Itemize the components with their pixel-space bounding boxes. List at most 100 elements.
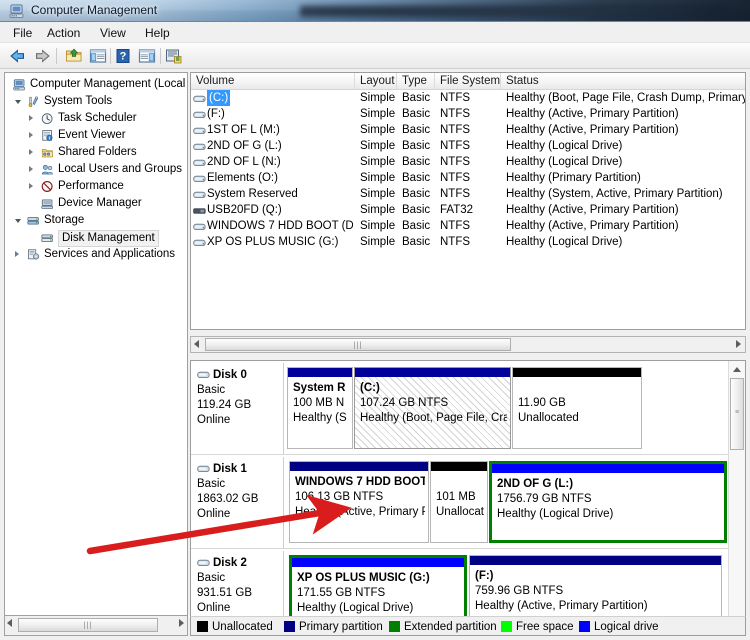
volume-name[interactable]: 2ND OF G (L:): [207, 138, 282, 154]
disk-type: Basic: [197, 384, 226, 396]
disk-info-panel[interactable]: Disk 0 Basic 119.24 GB Online: [191, 363, 284, 454]
tree-node-label: Local Users and Groups: [58, 163, 183, 175]
device-manager-icon: [41, 199, 53, 209]
list-scroll-thumb[interactable]: |||: [205, 338, 511, 351]
tree-node-system-tools[interactable]: System Tools: [5, 93, 187, 110]
tree-node-device-manager[interactable]: Device Manager: [5, 195, 187, 212]
volume-row[interactable]: (F:) Simple Basic NTFS Healthy (Active, Prim…: [191, 106, 745, 122]
column-header-type[interactable]: Type: [397, 73, 435, 89]
toolbar-separator-3: [160, 48, 161, 64]
tree-twisty-collapsed-icon[interactable]: [29, 166, 37, 174]
column-header-layout[interactable]: Layout: [355, 73, 397, 89]
forward-button[interactable]: [32, 46, 53, 66]
tree-scroll-left-arrow[interactable]: [7, 619, 12, 627]
scroll-grip: |||: [353, 340, 363, 349]
tree-twisty-collapsed-icon[interactable]: [29, 183, 37, 191]
tree-twisty-collapsed-icon[interactable]: [29, 115, 37, 123]
tree-node-performance[interactable]: Performance: [5, 178, 187, 195]
show-hide-console-tree-button[interactable]: [88, 46, 109, 66]
list-scroll-left-arrow[interactable]: [194, 340, 199, 348]
tree-scroll-thumb[interactable]: |||: [18, 618, 158, 632]
tree-twisty-collapsed-icon[interactable]: [29, 132, 37, 140]
volume-name[interactable]: 2ND OF L (N:): [207, 154, 281, 170]
volume-status: Healthy (Active, Primary Partition): [506, 204, 679, 216]
usb-volume-icon: [193, 205, 206, 215]
up-one-level-button[interactable]: [64, 46, 85, 66]
tree-node-services-and-applications[interactable]: Services and Applications: [5, 246, 187, 263]
menu-action[interactable]: Action: [40, 25, 87, 41]
volume-list-rows[interactable]: (C:) Simple Basic NTFS Healthy (Boot, Page F…: [191, 90, 745, 250]
menu-file[interactable]: File: [6, 25, 39, 41]
disk-block[interactable]: Disk 1 Basic 1863.02 GB Online WINDOWS 7…: [191, 457, 729, 549]
graphical-view-vertical-scrollbar[interactable]: ≡: [728, 361, 745, 635]
partition-box[interactable]: System R 100 MB N Healthy (S: [287, 367, 353, 449]
volume-name[interactable]: Elements (O:): [207, 170, 278, 186]
partition-title: (C:): [360, 382, 380, 394]
tree-twisty-collapsed-icon[interactable]: [15, 251, 23, 259]
volume-name[interactable]: 1ST OF L (M:): [207, 122, 280, 138]
volume-row[interactable]: XP OS PLUS MUSIC (G:) Simple Basic NTFS Heal…: [191, 234, 745, 250]
disk-block[interactable]: Disk 0 Basic 119.24 GB Online System R 1…: [191, 363, 729, 455]
volume-list-horizontal-scrollbar[interactable]: |||: [190, 336, 746, 353]
volume-row[interactable]: WINDOWS 7 HDD BOOT (D:) Simple Basic NTFS He…: [191, 218, 745, 234]
partition-status: Healthy (S: [293, 412, 347, 424]
volume-row[interactable]: USB20FD (Q:) Simple Basic FAT32 Healthy (Act…: [191, 202, 745, 218]
menu-view[interactable]: View: [93, 25, 133, 41]
show-hide-action-pane-button[interactable]: [137, 46, 158, 66]
column-header-file-system[interactable]: File System: [435, 73, 501, 89]
volume-name[interactable]: XP OS PLUS MUSIC (G:): [207, 234, 338, 250]
volume-row[interactable]: (C:) Simple Basic NTFS Healthy (Boot, Page F…: [191, 90, 745, 106]
volume-row[interactable]: 2ND OF G (L:) Simple Basic NTFS Healthy (Log…: [191, 138, 745, 154]
tree-node-label: Performance: [58, 180, 124, 192]
gfx-scroll-up-arrow[interactable]: [729, 361, 745, 377]
volume-row[interactable]: System Reserved Simple Basic NTFS Healthy (S…: [191, 186, 745, 202]
volume-layout: Simple: [360, 236, 396, 248]
graphical-disk-view[interactable]: Disk 0 Basic 119.24 GB Online System R 1…: [190, 360, 746, 636]
tree-node-local-users-and-groups[interactable]: Local Users and Groups: [5, 161, 187, 178]
back-button[interactable]: [8, 46, 29, 66]
volume-list[interactable]: Volume Layout Type File System Status (C:) Si…: [190, 72, 746, 330]
rescan-disks-button[interactable]: [164, 46, 185, 66]
legend-item: Primary partition: [284, 620, 383, 634]
tree-scroll-right-arrow[interactable]: [179, 619, 184, 627]
tree-node-computer-management-local[interactable]: Computer Management (Local: [5, 76, 187, 93]
volume-status: Healthy (Active, Primary Partition): [506, 220, 679, 232]
tree-node-event-viewer[interactable]: i Event Viewer: [5, 127, 187, 144]
partition-box[interactable]: (C:) 107.24 GB NTFS Healthy (Boot, Page …: [354, 367, 511, 449]
volume-row[interactable]: Elements (O:) Simple Basic NTFS Healthy (Pri…: [191, 170, 745, 186]
partition-box[interactable]: 11.90 GB Unallocated: [512, 367, 642, 449]
menu-help[interactable]: Help: [138, 25, 177, 41]
tree-node-task-scheduler[interactable]: Task Scheduler: [5, 110, 187, 127]
console-tree[interactable]: Computer Management (Local System Tools Ta…: [4, 72, 188, 616]
list-scroll-right-arrow[interactable]: [736, 340, 741, 348]
volume-row[interactable]: 2ND OF L (N:) Simple Basic NTFS Healthy (Log…: [191, 154, 745, 170]
volume-name[interactable]: (F:): [207, 106, 225, 122]
volume-name[interactable]: WINDOWS 7 HDD BOOT (D:): [207, 218, 353, 234]
partition-size: 107.24 GB NTFS: [360, 397, 449, 409]
volume-list-header[interactable]: Volume Layout Type File System Status: [191, 73, 745, 90]
tree-twisty-expanded-icon[interactable]: [15, 98, 23, 106]
shared-folders-icon: [41, 149, 53, 158]
tree-node-shared-folders[interactable]: Shared Folders: [5, 144, 187, 161]
gfx-scroll-thumb[interactable]: ≡: [730, 378, 744, 450]
partition-size: 11.90 GB: [518, 397, 566, 409]
disk-state: Online: [197, 414, 231, 426]
tree-twisty-collapsed-icon[interactable]: [29, 149, 37, 157]
volume-name[interactable]: (C:): [207, 90, 231, 106]
legend-item: Free space: [501, 620, 574, 634]
partition-box[interactable]: WINDOWS 7 HDD BOOT (D:) 106.13 GB NTFS H…: [289, 461, 429, 543]
volume-name[interactable]: System Reserved: [207, 186, 298, 202]
tree-node-storage[interactable]: Storage: [5, 212, 187, 229]
tree-twisty-expanded-icon[interactable]: [15, 217, 23, 225]
partition-box[interactable]: 2ND OF G (L:) 1756.79 GB NTFS Healthy (L…: [489, 461, 727, 543]
help-button[interactable]: ?: [113, 46, 134, 66]
disk-legend: Unallocated Primary partition Extended par…: [190, 616, 746, 636]
volume-row[interactable]: 1ST OF L (M:) Simple Basic NTFS Healthy (Act…: [191, 122, 745, 138]
column-header-status[interactable]: Status: [501, 73, 745, 89]
volume-name[interactable]: USB20FD (Q:): [207, 202, 282, 218]
partition-box[interactable]: 101 MB Unallocate: [430, 461, 488, 543]
tree-node-disk-management[interactable]: Disk Management: [5, 229, 187, 247]
disk-info-panel[interactable]: Disk 1 Basic 1863.02 GB Online: [191, 457, 284, 548]
column-header-volume[interactable]: Volume: [191, 73, 355, 89]
tree-horizontal-scrollbar[interactable]: |||: [4, 616, 188, 636]
